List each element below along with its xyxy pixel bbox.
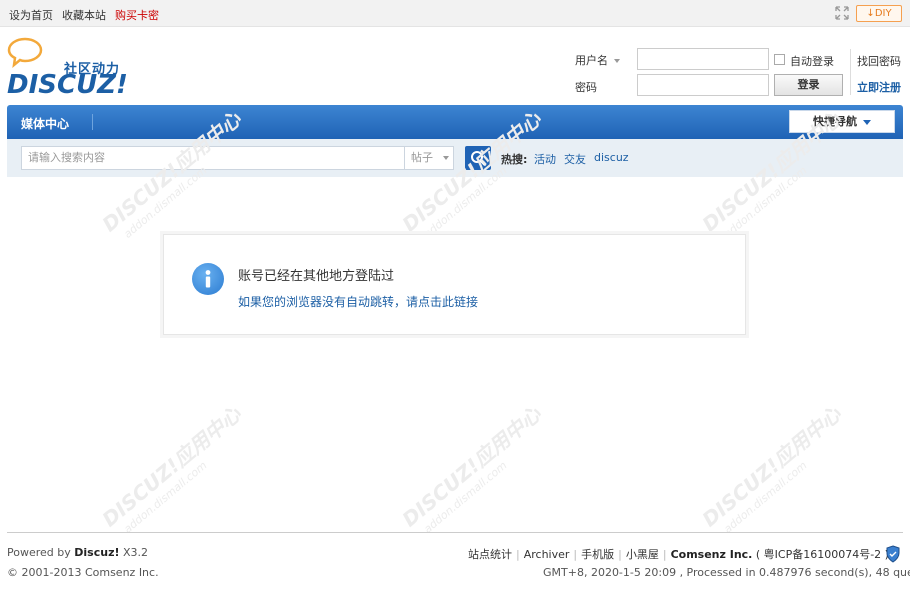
- watermark: DISCUZ!应用中心 addon.dismall.com: [397, 401, 546, 536]
- watermark: DISCUZ!应用中心 addon.dismall.com: [697, 401, 846, 536]
- login-button[interactable]: 登录: [774, 74, 843, 96]
- footer-link-stats[interactable]: 站点统计: [468, 548, 512, 561]
- password-input[interactable]: [637, 74, 769, 96]
- chevron-down-icon: [443, 156, 449, 160]
- watermark: DISCUZ!应用中心 addon.dismall.com: [97, 401, 246, 536]
- search-button[interactable]: [465, 146, 491, 170]
- set-home-link[interactable]: 设为首页: [9, 7, 53, 23]
- auto-login-checkbox[interactable]: [774, 54, 785, 65]
- chevron-down-icon: [614, 59, 620, 63]
- download-arrow-icon: ↓: [866, 8, 875, 19]
- footer-company-link[interactable]: Comsenz Inc.: [671, 548, 753, 561]
- copyright: © 2001-2013 Comsenz Inc.: [7, 566, 159, 579]
- footer-icp-link[interactable]: ( 粤ICP备16100074号-2 ): [756, 548, 889, 561]
- password-label: 密码: [575, 81, 597, 94]
- footer-links: 站点统计 | Archiver | 手机版 | 小黑屋 | Comsenz Inc. ( 粤IC…: [468, 548, 889, 561]
- footer-stats: GMT+8, 2020-1-5 20:09 , Processed in 0.4…: [543, 566, 910, 579]
- search-input[interactable]: 请输入搜索内容: [21, 146, 404, 170]
- security-shield-icon[interactable]: [885, 545, 901, 563]
- divider: [850, 49, 851, 95]
- redirect-link[interactable]: 如果您的浏览器没有自动跳转，请点击此链接: [238, 293, 478, 310]
- main-nav: 媒体中心 快捷导航: [7, 105, 903, 139]
- username-label[interactable]: 用户名: [575, 52, 620, 68]
- footer-link-archiver[interactable]: Archiver: [524, 548, 570, 561]
- footer-link-blacklist[interactable]: 小黑屋: [626, 548, 659, 561]
- fullscreen-icon[interactable]: [835, 6, 849, 20]
- register-link[interactable]: 立即注册: [857, 79, 901, 95]
- bookmark-link[interactable]: 收藏本站: [62, 7, 106, 23]
- find-password-link[interactable]: 找回密码: [857, 53, 901, 69]
- hot-search-label: 热搜:: [501, 153, 528, 166]
- logo-wordmark: DISCUZ!: [7, 70, 128, 100]
- message-box: 账号已经在其他地方登陆过 如果您的浏览器没有自动跳转，请点击此链接: [163, 234, 746, 335]
- footer-link-mobile[interactable]: 手机版: [581, 548, 614, 561]
- hot-link-friends[interactable]: 交友: [564, 151, 586, 167]
- message-title: 账号已经在其他地方登陆过: [238, 269, 395, 284]
- nav-divider: [92, 114, 93, 130]
- username-label-text: 用户名: [575, 54, 608, 67]
- search-type-label: 帖子: [411, 151, 433, 164]
- buy-card-link[interactable]: 购买卡密: [115, 7, 159, 23]
- chevron-down-icon: [863, 119, 871, 125]
- nav-item-media-center[interactable]: 媒体中心: [21, 115, 69, 132]
- powered-by: Powered by Discuz! X3.2: [7, 546, 149, 559]
- search-icon: [471, 151, 486, 166]
- hot-link-discuz[interactable]: discuz: [594, 151, 629, 164]
- quick-nav-label: 快捷导航: [813, 115, 857, 128]
- quick-nav-button[interactable]: 快捷导航: [789, 110, 895, 133]
- hot-link-activity[interactable]: 活动: [534, 151, 556, 167]
- info-icon: [192, 263, 224, 295]
- search-bar: 请输入搜索内容 帖子 热搜: 活动 交友 discuz: [7, 139, 903, 177]
- diy-button[interactable]: ↓DIY: [856, 5, 902, 22]
- username-input[interactable]: [637, 48, 769, 70]
- speech-bubble-icon: [7, 37, 43, 69]
- auto-login-label: 自动登录: [790, 55, 834, 68]
- search-type-select[interactable]: 帖子: [404, 146, 454, 170]
- diy-label: DIY: [874, 8, 892, 19]
- footer-divider: [7, 532, 903, 533]
- discuz-link[interactable]: Discuz!: [74, 546, 119, 559]
- top-bar: 设为首页 收藏本站 购买卡密 ↓DIY: [0, 0, 910, 27]
